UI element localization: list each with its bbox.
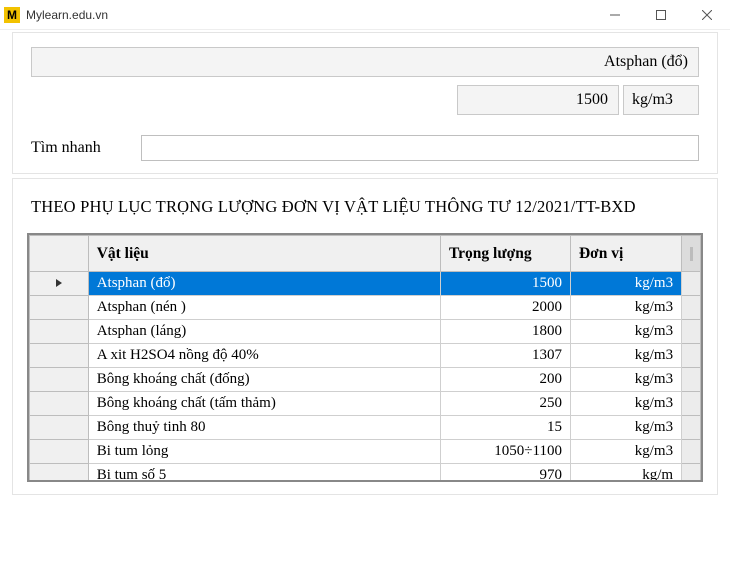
cell-unit[interactable]: kg/m3: [570, 416, 681, 440]
col-header-weight[interactable]: Trọng lượng: [440, 236, 570, 272]
row-selector[interactable]: [30, 344, 89, 368]
app-icon: M: [4, 7, 20, 23]
cell-material[interactable]: Atsphan (láng): [88, 320, 440, 344]
current-row-marker-icon: [56, 279, 62, 287]
cell-material[interactable]: A xit H2SO4 nồng độ 40%: [88, 344, 440, 368]
cell-unit[interactable]: kg/m3: [570, 296, 681, 320]
cell-weight[interactable]: 1050÷1100: [440, 440, 570, 464]
cell-weight[interactable]: 970: [440, 464, 570, 483]
scrollbar-track[interactable]: [682, 272, 701, 296]
cell-unit[interactable]: kg/m3: [570, 320, 681, 344]
table-row[interactable]: Bông khoáng chất (đống)200kg/m3: [30, 368, 701, 392]
row-selector[interactable]: [30, 440, 89, 464]
section-heading: THEO PHỤ LỤC TRỌNG LƯỢNG ĐƠN VỊ VẬT LIỆU…: [21, 189, 709, 233]
cell-weight[interactable]: 1800: [440, 320, 570, 344]
col-header-rowselector[interactable]: [30, 236, 89, 272]
row-selector[interactable]: [30, 368, 89, 392]
scrollbar-header[interactable]: [682, 236, 701, 272]
grid-container: Vật liệu Trọng lượng Đơn vị Atsphan (đổ)…: [27, 233, 703, 482]
cell-material[interactable]: Bi tum số 5: [88, 464, 440, 483]
table-row[interactable]: Bi tum số 5970kg/m: [30, 464, 701, 483]
scrollbar-track[interactable]: [682, 368, 701, 392]
scrollbar-track[interactable]: [682, 320, 701, 344]
cell-material[interactable]: Bi tum lỏng: [88, 440, 440, 464]
maximize-button[interactable]: [638, 0, 684, 30]
col-header-material[interactable]: Vật liệu: [88, 236, 440, 272]
row-selector[interactable]: [30, 272, 89, 296]
cell-material[interactable]: Atsphan (đổ): [88, 272, 440, 296]
row-selector[interactable]: [30, 416, 89, 440]
col-header-unit[interactable]: Đơn vị: [570, 236, 681, 272]
table-row[interactable]: Bông thuỷ tinh 8015kg/m3: [30, 416, 701, 440]
row-selector[interactable]: [30, 296, 89, 320]
cell-unit[interactable]: kg/m3: [570, 368, 681, 392]
row-selector[interactable]: [30, 392, 89, 416]
selected-material-name[interactable]: Atsphan (đổ): [31, 47, 699, 77]
detail-box: Atsphan (đổ) 1500 kg/m3 Tìm nhanh: [12, 32, 718, 174]
scrollbar-track[interactable]: [682, 392, 701, 416]
cell-unit[interactable]: kg/m3: [570, 392, 681, 416]
cell-unit[interactable]: kg/m3: [570, 272, 681, 296]
window-title: Mylearn.edu.vn: [26, 8, 108, 22]
cell-weight[interactable]: 15: [440, 416, 570, 440]
cell-material[interactable]: Atsphan (nén ): [88, 296, 440, 320]
minimize-button[interactable]: [592, 0, 638, 30]
cell-unit[interactable]: kg/m3: [570, 440, 681, 464]
table-row[interactable]: Atsphan (nén )2000kg/m3: [30, 296, 701, 320]
grid-section: THEO PHỤ LỤC TRỌNG LƯỢNG ĐƠN VỊ VẬT LIỆU…: [12, 178, 718, 495]
row-selector[interactable]: [30, 464, 89, 483]
cell-unit[interactable]: kg/m3: [570, 344, 681, 368]
cell-weight[interactable]: 1500: [440, 272, 570, 296]
scrollbar-track[interactable]: [682, 296, 701, 320]
cell-weight[interactable]: 2000: [440, 296, 570, 320]
table-row[interactable]: A xit H2SO4 nồng độ 40%1307kg/m3: [30, 344, 701, 368]
quick-search-label: Tìm nhanh: [31, 139, 141, 157]
scrollbar-track[interactable]: [682, 344, 701, 368]
cell-weight[interactable]: 200: [440, 368, 570, 392]
scrollbar-track[interactable]: [682, 440, 701, 464]
row-selector[interactable]: [30, 320, 89, 344]
cell-unit[interactable]: kg/m: [570, 464, 681, 483]
cell-weight[interactable]: 250: [440, 392, 570, 416]
table-row[interactable]: Atsphan (láng)1800kg/m3: [30, 320, 701, 344]
table-row[interactable]: Bi tum lỏng1050÷1100kg/m3: [30, 440, 701, 464]
cell-material[interactable]: Bông khoáng chất (tấm thảm): [88, 392, 440, 416]
scrollbar-track[interactable]: [682, 464, 701, 483]
titlebar: M Mylearn.edu.vn: [0, 0, 730, 30]
table-row[interactable]: Bông khoáng chất (tấm thảm)250kg/m3: [30, 392, 701, 416]
materials-grid[interactable]: Vật liệu Trọng lượng Đơn vị Atsphan (đổ)…: [29, 235, 701, 482]
quick-search-input[interactable]: [141, 135, 699, 161]
cell-material[interactable]: Bông thuỷ tinh 80: [88, 416, 440, 440]
close-button[interactable]: [684, 0, 730, 30]
selected-weight-value[interactable]: 1500: [457, 85, 619, 115]
selected-unit[interactable]: kg/m3: [623, 85, 699, 115]
grid-header-row: Vật liệu Trọng lượng Đơn vị: [30, 236, 701, 272]
table-row[interactable]: Atsphan (đổ)1500kg/m3: [30, 272, 701, 296]
cell-weight[interactable]: 1307: [440, 344, 570, 368]
cell-material[interactable]: Bông khoáng chất (đống): [88, 368, 440, 392]
scrollbar-track[interactable]: [682, 416, 701, 440]
